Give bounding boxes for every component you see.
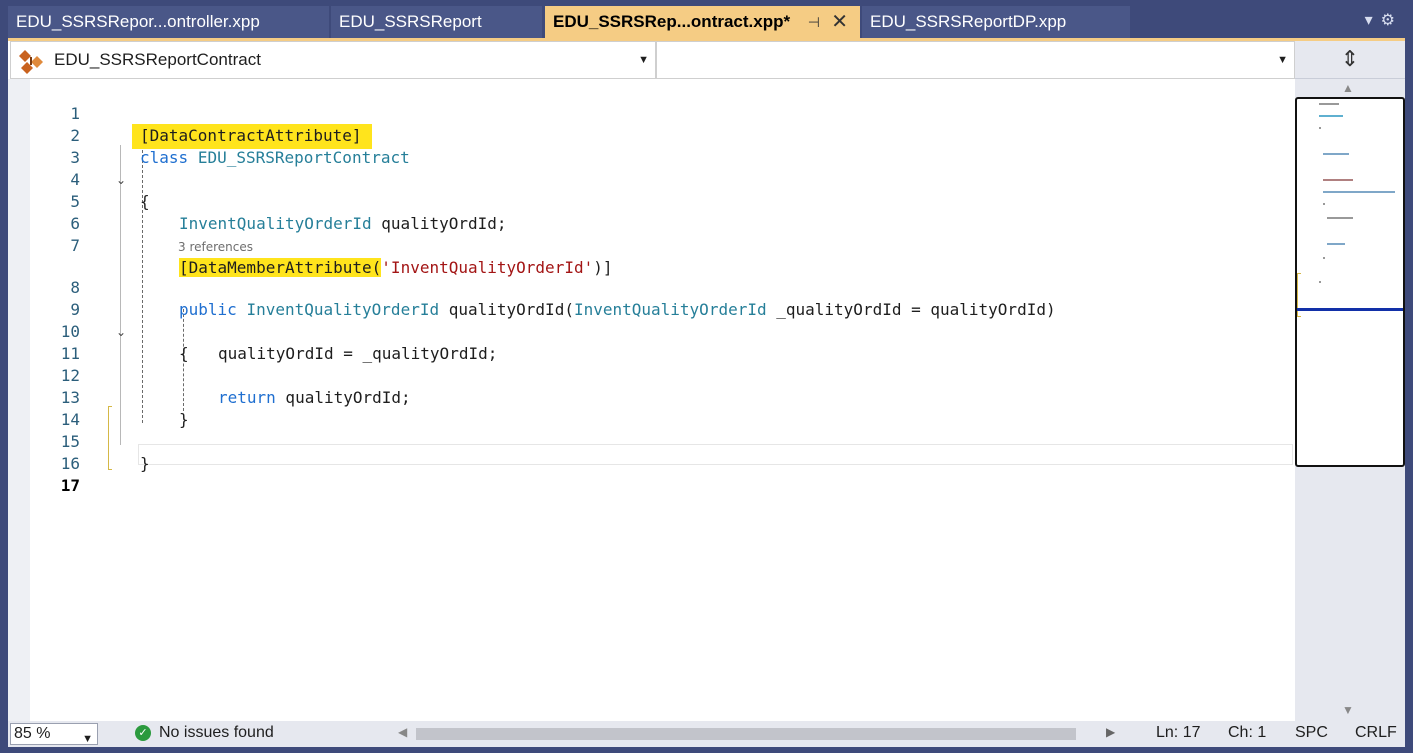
minimap-line <box>1327 243 1345 245</box>
code-text-area[interactable]: 1 [DataContractAttribute] 2 class EDU_SS… <box>30 79 1295 721</box>
minimap-line <box>1319 127 1321 129</box>
references-codelens[interactable]: 3 references <box>178 239 253 255</box>
editor-margin <box>8 79 30 721</box>
class-icon <box>19 50 43 74</box>
minimap-line <box>1319 115 1343 117</box>
split-window-button[interactable]: ⇕ <box>1295 41 1405 79</box>
scroll-left-icon[interactable]: ◀ <box>398 725 407 739</box>
horizontal-scrollbar-thumb[interactable] <box>416 728 1076 740</box>
pin-icon[interactable]: ⊣ <box>808 6 820 38</box>
tab-label: EDU_SSRSReport <box>339 12 482 31</box>
line-number: 7 <box>70 236 80 255</box>
zoom-dropdown[interactable]: 85 % ▼ <box>10 723 98 745</box>
tab-label: EDU_SSRSReportDP.xpp <box>870 12 1067 31</box>
tab-dp[interactable]: EDU_SSRSReportDP.xpp <box>862 6 1130 38</box>
code-line: 10 qualityOrdId = _qualityOrdId; <box>30 299 1295 363</box>
tab-actions: ▾⚙ <box>1365 10 1403 30</box>
chevron-down-icon[interactable]: ▾ <box>1365 12 1381 29</box>
vertical-scrollbar[interactable]: ▲ ▼ <box>1295 79 1405 721</box>
code-minimap[interactable] <box>1295 97 1405 467</box>
zoom-value: 85 % <box>14 725 51 742</box>
code-line: 7 [DataMemberAttribute('InventQualityOrd… <box>30 213 1295 277</box>
minimap-line <box>1319 281 1321 283</box>
gear-icon[interactable]: ⚙ <box>1381 12 1403 29</box>
tab-report[interactable]: EDU_SSRSReport <box>331 6 542 38</box>
document-tab-bar: EDU_SSRSRepor...ontroller.xpp EDU_SSRSRe… <box>0 0 1413 40</box>
class-selector-dropdown[interactable]: EDU_SSRSReportContract ▼ <box>10 41 656 79</box>
issues-status[interactable]: No issues found <box>159 724 274 742</box>
tab-label: EDU_SSRSRep...ontract.xpp* <box>553 12 791 31</box>
minimap-line <box>1323 191 1395 193</box>
code-line: 3 ⌄ { <box>30 125 1295 211</box>
line-number: 17 <box>60 476 80 495</box>
minimap-caret-line <box>1297 308 1403 311</box>
chevron-down-icon: ▼ <box>638 54 649 66</box>
code-line: 6 <box>30 191 1295 233</box>
code-line: 4 <box>30 147 1295 189</box>
minimap-line <box>1319 103 1339 105</box>
minimap-line <box>1327 217 1353 219</box>
check-circle-icon: ✓ <box>135 725 151 741</box>
code-editor: EDU_SSRSReportContract ▼ ▼ ⇕ 1 [DataCont… <box>8 41 1405 747</box>
code-line: 17 <box>30 453 1295 495</box>
tab-label: EDU_SSRSRepor...ontroller.xpp <box>16 12 260 31</box>
line-ending-indicator[interactable]: CRLF <box>1355 724 1397 742</box>
tab-contract[interactable]: EDU_SSRSRep...ontract.xpp* ⊣ ✕ <box>545 6 860 38</box>
minimap-line <box>1323 257 1325 259</box>
code-line: 13 } <box>30 365 1295 429</box>
code-line: 11 <box>30 321 1295 363</box>
minimap-line <box>1323 153 1349 155</box>
chevron-down-icon: ▼ <box>1277 54 1288 66</box>
code-line: 5 InventQualityOrderId qualityOrdId; <box>30 169 1295 233</box>
whitespace-indicator[interactable]: SPC <box>1295 724 1328 742</box>
code-line: 9 ⌄ { <box>30 277 1295 363</box>
scroll-up-icon[interactable]: ▲ <box>1342 81 1354 95</box>
code-line: 2 class EDU_SSRSReportContract <box>30 103 1295 167</box>
chevron-down-icon: ▼ <box>82 733 93 745</box>
code-line: 16 <box>30 431 1295 473</box>
scroll-down-icon[interactable]: ▼ <box>1342 703 1354 717</box>
member-selector-dropdown[interactable]: ▼ <box>656 41 1295 79</box>
code-line: 15 } <box>30 409 1295 473</box>
code-line: 1 [DataContractAttribute] <box>30 81 1295 149</box>
minimap-line <box>1323 203 1325 205</box>
class-selector-value: EDU_SSRSReportContract <box>54 50 261 69</box>
editor-status-bar: 85 % ▼ ✓ No issues found ◀ ▶ Ln: 17 Ch: … <box>8 721 1405 747</box>
scroll-right-icon[interactable]: ▶ <box>1106 725 1115 739</box>
minimap-line <box>1323 179 1353 181</box>
tab-controller[interactable]: EDU_SSRSRepor...ontroller.xpp <box>8 6 329 38</box>
code-line: 14 <box>30 387 1295 429</box>
code-line: 12 return qualityOrdId; <box>30 343 1295 407</box>
line-indicator[interactable]: Ln: 17 <box>1156 724 1200 742</box>
close-icon[interactable]: ✕ <box>831 6 848 38</box>
code-line: 8 public InventQualityOrderId qualityOrd… <box>30 255 1295 319</box>
column-indicator[interactable]: Ch: 1 <box>1228 724 1266 742</box>
